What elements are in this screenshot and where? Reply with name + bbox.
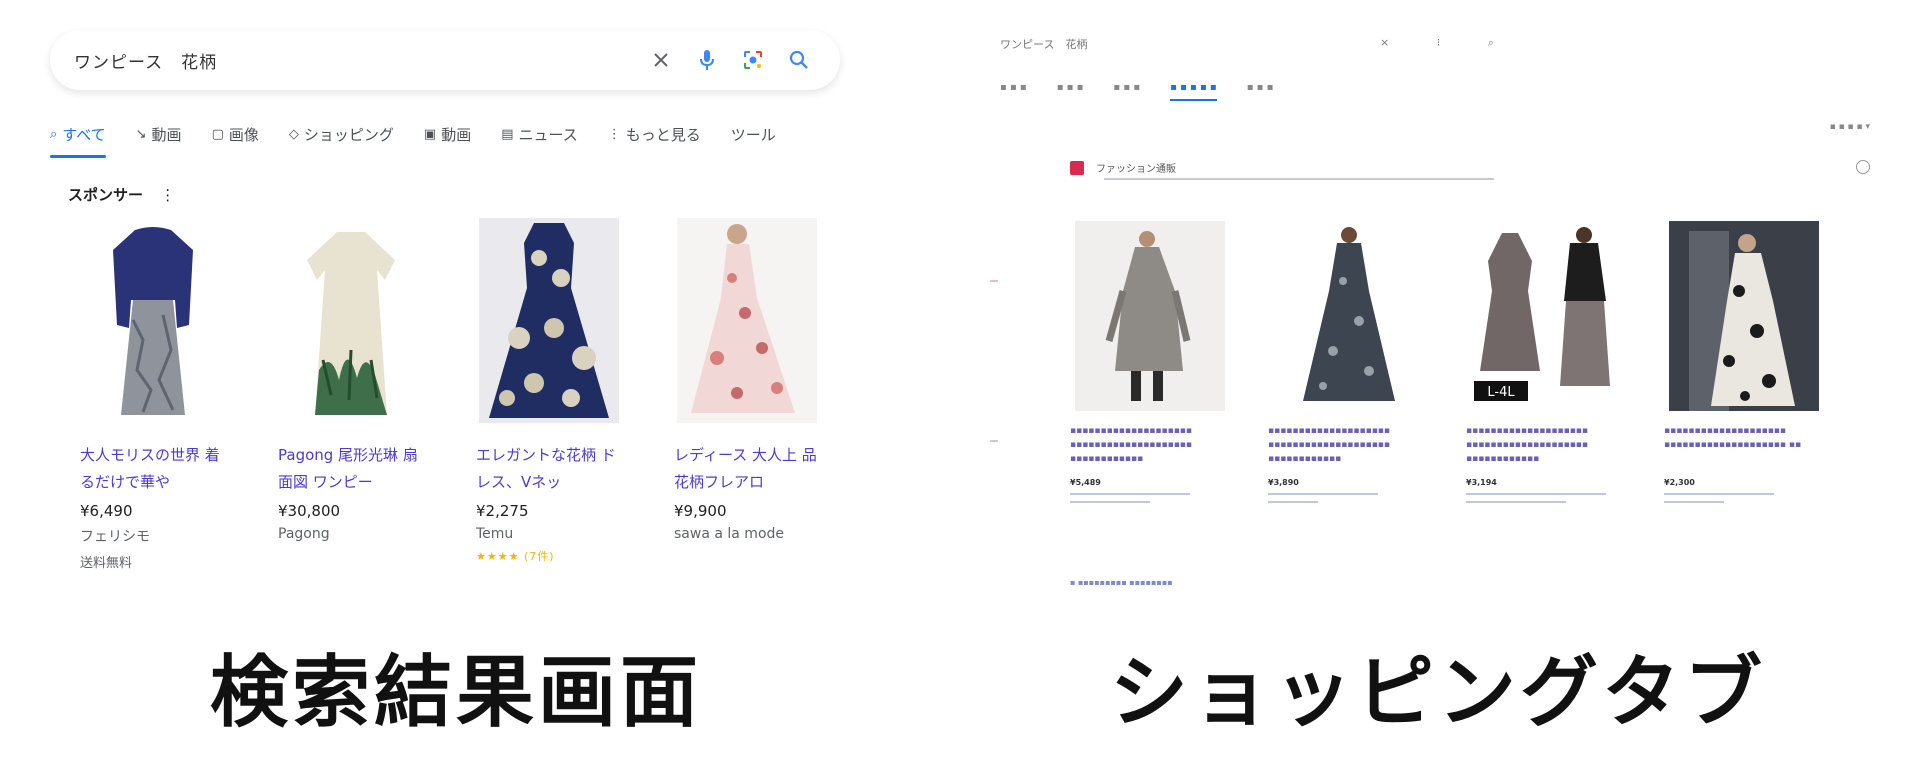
item-meta (1466, 501, 1566, 503)
product-price: ¥9,900 (674, 502, 727, 520)
caption-search-results: 検索結果画面 (210, 648, 703, 738)
item-store (1268, 493, 1378, 495)
item-title[interactable]: ▪▪▪▪▪▪▪▪▪▪▪▪▪▪▪▪▪▪▪▪ ▪▪▪▪▪▪▪▪▪▪▪▪▪▪▪▪▪▪▪… (1466, 424, 1626, 466)
product-card[interactable]: Pagong 尾形光琳 扇面図 ワンピー ¥30,800 Pagong (278, 220, 428, 600)
sponsored-label: スポンサー ⋮ (68, 186, 176, 204)
product-carousel: 大人モリスの世界 着るだけで華や ¥6,490 フェリシモ 送料無料 Pagon… (80, 217, 850, 600)
tab-videos[interactable]: ▣ 動画 (424, 116, 471, 152)
tab-video[interactable]: ▪ ▪ ▪ (1113, 82, 1140, 101)
arrow-icon: ↘ (135, 126, 147, 142)
product-rating: ★★★★ (7件) (476, 550, 555, 563)
search-icon[interactable] (782, 43, 816, 77)
more-options-icon[interactable]: ⋮ (160, 186, 175, 204)
item-meta (1664, 501, 1724, 503)
product-card[interactable]: エレガントな花柄 ドレス、Vネッ ¥2,275 Temu ★★★★ (7件) (476, 217, 626, 600)
item-store (1070, 493, 1190, 495)
shopping-grid: ▪▪▪▪▪▪▪▪▪▪▪▪▪▪▪▪▪▪▪▪ ▪▪▪▪▪▪▪▪▪▪▪▪▪▪▪▪▪▪▪… (1070, 216, 1824, 503)
item-price: ¥3,890 (1268, 478, 1299, 487)
shopping-tab-panel: ワンピース 花柄 × ⁝ ⌕ ▪ ▪ ▪ ▪ ▪ ▪ ▪ ▪ ▪ ▪ ▪ ▪ ▪… (990, 30, 1870, 590)
tab-news[interactable]: ▤ ニュース (501, 116, 578, 152)
size-badge: L-4L (1487, 385, 1515, 400)
tab-all[interactable]: ▪ ▪ ▪ (1000, 82, 1027, 101)
tag-icon: ◇ (288, 126, 299, 142)
mic-icon[interactable] (690, 43, 724, 77)
search-results-panel: ワンピース 花柄 ⌕ すべて ↘ 動画 ▢ 画像 ◇ ショッピング ▣ 動画 ▤ ニュース … (50, 30, 850, 600)
news-icon: ▤ (501, 126, 514, 142)
product-image (674, 217, 819, 423)
caption-shopping-tab: ショッピングタブ (1110, 648, 1767, 738)
item-title[interactable]: ▪▪▪▪▪▪▪▪▪▪▪▪▪▪▪▪▪▪▪▪ ▪▪▪▪▪▪▪▪▪▪▪▪▪▪▪▪▪▪▪… (1070, 424, 1230, 466)
lens-icon[interactable] (736, 43, 770, 77)
product-card[interactable]: 大人モリスの世界 着るだけで華や ¥6,490 フェリシモ 送料無料 (80, 220, 230, 600)
product-store: Temu (476, 526, 514, 542)
store-name: ファッション通販 (1096, 164, 1176, 175)
tab-images[interactable]: ▪ ▪ ▪ (1057, 82, 1084, 101)
search-input[interactable]: ワンピース 花柄 (1000, 36, 1087, 52)
item-price: ¥2,300 (1664, 478, 1695, 487)
tab-tools[interactable]: ツール (731, 116, 776, 152)
tab-images[interactable]: ▢ 画像 (212, 116, 259, 152)
shopping-item[interactable]: ▪▪▪▪▪▪▪▪▪▪▪▪▪▪▪▪▪▪▪▪ ▪▪▪▪▪▪▪▪▪▪▪▪▪▪▪▪▪▪▪… (1664, 216, 1824, 503)
store-header[interactable]: ファッション通販 (1070, 160, 1176, 175)
shopping-item[interactable]: ▪▪▪▪▪▪▪▪▪▪▪▪▪▪▪▪▪▪▪▪ ▪▪▪▪▪▪▪▪▪▪▪▪▪▪▪▪▪▪▪… (1268, 216, 1428, 503)
tab-shopping[interactable]: ▪ ▪ ▪ ▪ ▪ (1170, 82, 1217, 101)
product-title[interactable]: レディース 大人上 品 花柄フレアロ (674, 442, 824, 496)
item-title[interactable]: ▪▪▪▪▪▪▪▪▪▪▪▪▪▪▪▪▪▪▪▪ ▪▪▪▪▪▪▪▪▪▪▪▪▪▪▪▪▪▪▪… (1664, 424, 1824, 466)
item-meta (1268, 501, 1318, 503)
search-icon: ⌕ (50, 126, 58, 142)
sort-control[interactable]: ▪ ▪ ▪ ▪ ▾ (1830, 122, 1870, 132)
product-card[interactable]: レディース 大人上 品 花柄フレアロ ¥9,900 sawa a la mode (674, 217, 824, 600)
search-bar-icons[interactable]: × ⁝ ⌕ (1380, 36, 1516, 50)
product-store: sawa a la mode (674, 526, 785, 542)
product-title[interactable]: Pagong 尾形光琳 扇面図 ワンピー (278, 442, 428, 496)
select-radio[interactable] (1856, 160, 1870, 174)
product-image (80, 220, 225, 420)
item-store (1466, 493, 1606, 495)
product-price: ¥6,490 (80, 502, 133, 520)
tab-shopping[interactable]: ◇ ショッピング (289, 116, 394, 152)
shopping-item[interactable]: L-4L ▪▪▪▪▪▪▪▪▪▪▪▪▪▪▪▪▪▪▪▪ ▪▪▪▪▪▪▪▪▪▪▪▪▪▪… (1466, 216, 1626, 503)
search-tabs: ▪ ▪ ▪ ▪ ▪ ▪ ▪ ▪ ▪ ▪ ▪ ▪ ▪ ▪ ▪ ▪ ▪ (1000, 82, 1273, 101)
search-tabs: ⌕ すべて ↘ 動画 ▢ 画像 ◇ ショッピング ▣ 動画 ▤ ニュース ⋮ もっと見る ツー… (50, 116, 850, 158)
tab-more[interactable]: ⋮ もっと見る (608, 116, 701, 152)
item-price: ¥3,194 (1466, 478, 1497, 487)
more-icon: ⋮ (607, 126, 621, 142)
product-shipping: 送料無料 (80, 556, 133, 571)
product-store: Pagong (278, 526, 330, 542)
product-title[interactable]: 大人モリスの世界 着るだけで華や (80, 442, 230, 496)
play-icon: ▣ (423, 126, 437, 142)
store-logo (1070, 160, 1084, 175)
item-store (1664, 493, 1774, 495)
product-image (1268, 216, 1428, 416)
search-bar[interactable]: ワンピース 花柄 (50, 30, 840, 90)
image-icon: ▢ (211, 126, 224, 142)
product-image (476, 217, 621, 423)
item-title[interactable]: ▪▪▪▪▪▪▪▪▪▪▪▪▪▪▪▪▪▪▪▪ ▪▪▪▪▪▪▪▪▪▪▪▪▪▪▪▪▪▪▪… (1268, 424, 1428, 466)
item-meta (1070, 501, 1150, 503)
product-price: ¥30,800 (278, 502, 341, 520)
product-image (1070, 216, 1230, 416)
tab-all[interactable]: ⌕ すべて (50, 116, 106, 158)
side-marker (990, 440, 998, 442)
tab-news[interactable]: ▪ ▪ ▪ (1247, 82, 1274, 101)
product-price: ¥2,275 (476, 502, 529, 520)
close-icon[interactable] (644, 43, 678, 77)
product-store: フェリシモ (80, 529, 150, 545)
shopping-item[interactable]: ▪▪▪▪▪▪▪▪▪▪▪▪▪▪▪▪▪▪▪▪ ▪▪▪▪▪▪▪▪▪▪▪▪▪▪▪▪▪▪▪… (1070, 216, 1230, 503)
product-image (278, 220, 423, 420)
side-marker (990, 280, 998, 282)
item-price: ¥5,489 (1070, 478, 1101, 487)
product-image: L-4L (1466, 216, 1626, 416)
search-input[interactable]: ワンピース 花柄 (74, 48, 632, 73)
product-title[interactable]: エレガントな花柄 ドレス、Vネッ (476, 442, 626, 496)
tab-video[interactable]: ↘ 動画 (136, 116, 182, 152)
store-description (1104, 178, 1494, 180)
more-results-link[interactable]: ▪ ▪▪▪▪▪▪▪▪▪ ▪▪▪▪▪▪▪▪ (1070, 578, 1173, 587)
product-image (1664, 216, 1824, 416)
